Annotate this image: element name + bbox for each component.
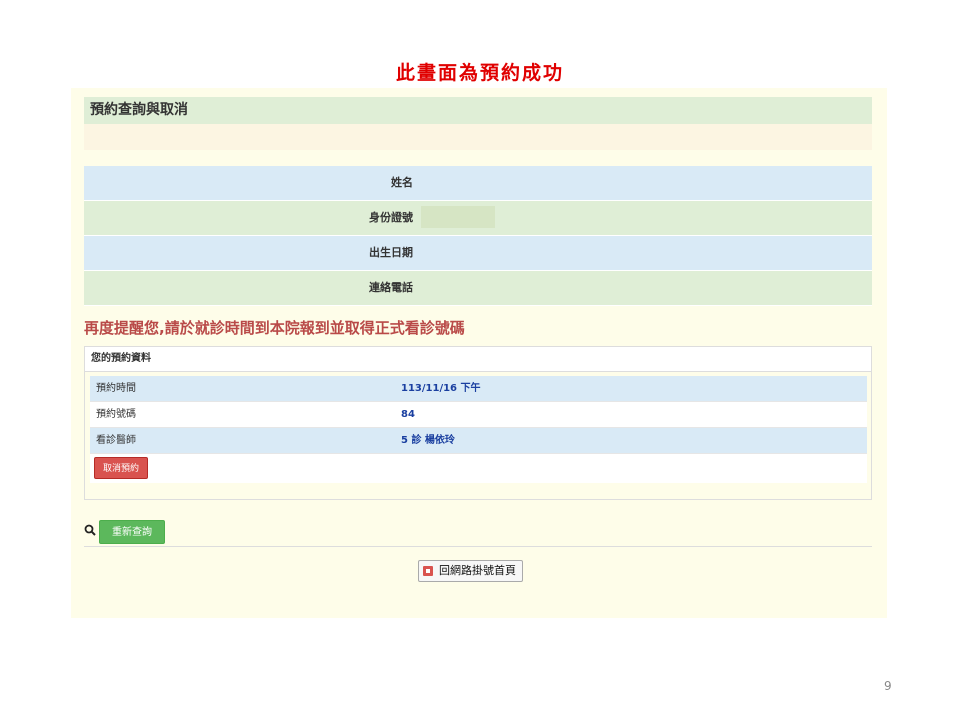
cancel-booking-button[interactable]: 取消預約 bbox=[94, 457, 149, 479]
reminder-text: 再度提醒您,請於就診時間到本院報到並取得正式看診號碼 bbox=[84, 319, 465, 337]
form-row-birthdate: 出生日期 bbox=[84, 236, 872, 271]
field-label-phone: 連絡電話 bbox=[369, 281, 413, 294]
search-icon bbox=[84, 524, 96, 536]
cancel-row: 取消預約 bbox=[90, 454, 867, 483]
field-label-id: 身份證號 bbox=[369, 211, 413, 224]
booking-info-table: 預約時間 113/11/16 下午 預約號碼 84 看診醫師 5 診 楊依玲 取… bbox=[90, 376, 867, 483]
booking-value-number: 84 bbox=[401, 409, 415, 420]
form-row-id: 身份證號 bbox=[84, 201, 872, 236]
slide: 此畫面為預約成功 預約查詢與取消 姓名 身份證號 出生日期 連絡電話 再度提醒您… bbox=[0, 0, 960, 720]
booking-label-number: 預約號碼 bbox=[96, 409, 136, 420]
booking-info-title: 您的預約資料 bbox=[85, 347, 871, 372]
requery-button[interactable]: 重新查詢 bbox=[99, 520, 165, 544]
booking-row-doctor: 看診醫師 5 診 楊依玲 bbox=[90, 428, 867, 454]
booking-value-doctor: 5 診 楊依玲 bbox=[401, 435, 455, 446]
booking-row-time: 預約時間 113/11/16 下午 bbox=[90, 376, 867, 402]
field-label-name: 姓名 bbox=[391, 176, 413, 189]
section-strip bbox=[84, 124, 872, 150]
slide-title: 此畫面為預約成功 bbox=[395, 62, 564, 84]
home-icon bbox=[423, 566, 433, 576]
page-number: 9 bbox=[884, 679, 892, 693]
field-label-birthdate: 出生日期 bbox=[369, 246, 413, 259]
booking-row-number: 預約號碼 84 bbox=[90, 402, 867, 428]
requery-area: 重新查詢 bbox=[84, 518, 872, 547]
booking-info-box: 您的預約資料 預約時間 113/11/16 下午 預約號碼 84 看診醫師 5 … bbox=[84, 346, 872, 500]
patient-info-table: 姓名 身份證號 出生日期 連絡電話 bbox=[84, 166, 872, 306]
booking-label-doctor: 看診醫師 bbox=[96, 435, 136, 446]
reservation-panel: 預約查詢與取消 姓名 身份證號 出生日期 連絡電話 再度提醒您,請於就診時間到本… bbox=[71, 88, 887, 618]
booking-label-time: 預約時間 bbox=[96, 383, 136, 394]
booking-value-time: 113/11/16 下午 bbox=[401, 383, 481, 394]
back-to-home-button[interactable]: 回網路掛號首頁 bbox=[418, 560, 523, 582]
form-row-phone: 連絡電話 bbox=[84, 271, 872, 306]
section-header: 預約查詢與取消 bbox=[84, 97, 872, 124]
form-row-name: 姓名 bbox=[84, 166, 872, 201]
masked-id-value bbox=[421, 206, 495, 228]
back-to-home-label: 回網路掛號首頁 bbox=[439, 564, 516, 577]
